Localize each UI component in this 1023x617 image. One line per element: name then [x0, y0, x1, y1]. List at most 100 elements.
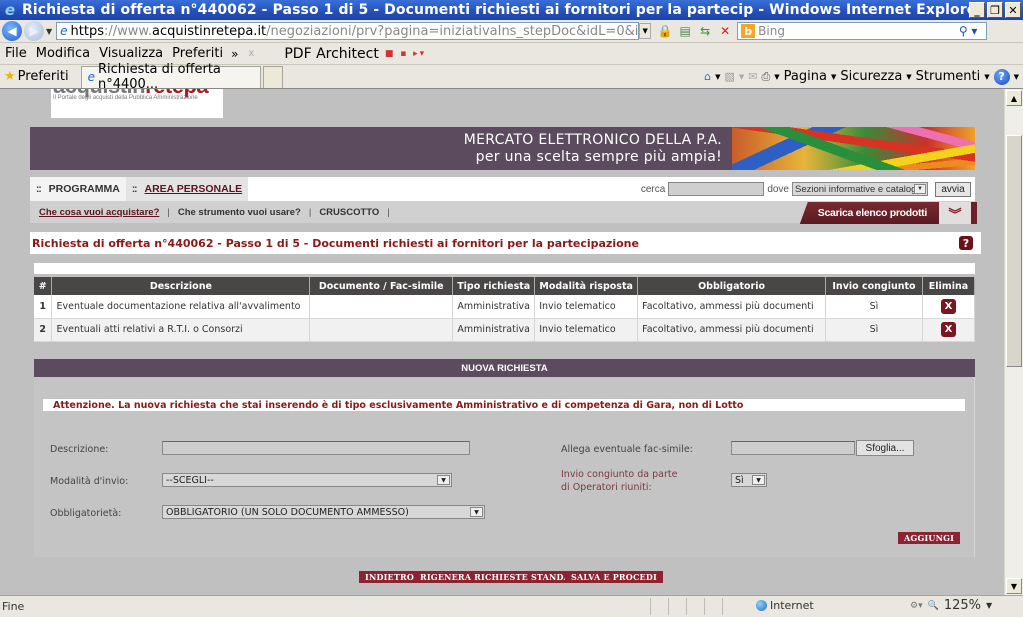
pdf-tool-icons[interactable]: ■ ▪ ▸▾ [385, 49, 426, 59]
security-zone[interactable]: Internet [756, 599, 814, 612]
requirements-table: # Descrizione Documento / Fac-simile Tip… [34, 277, 976, 342]
delete-row-button[interactable]: X [940, 322, 956, 337]
cell-congiunto: Sì [825, 295, 923, 319]
status-bar: Fine Internet ⚙▾ 🔍 125% ▼ [0, 595, 1023, 617]
zoom-dropdown-icon[interactable]: ▼ [986, 601, 992, 610]
menu-pagina[interactable]: Pagina [784, 69, 827, 84]
nav-tab-area-personale[interactable]: :: AREA PERSONALE [125, 177, 249, 201]
zoom-control[interactable]: ⚙▾ 🔍 125% ▼ [910, 598, 992, 613]
history-dropdown[interactable]: ▼ [46, 27, 52, 36]
browse-button[interactable]: Sfoglia... [856, 440, 914, 456]
pdf-architect-toolbar[interactable]: PDF Architect [284, 46, 379, 62]
scroll-thumb[interactable] [1006, 135, 1022, 367]
scroll-up-arrow-icon[interactable]: ▲ [1006, 90, 1022, 106]
new-request-header: NUOVA RICHIESTA [34, 359, 975, 377]
modalita-select[interactable]: --SCEGLI-- ▼ [162, 473, 452, 487]
congiunto-select[interactable]: Sì ▼ [731, 473, 767, 487]
subnav-cruscotto[interactable]: CRUSCOTTO [319, 207, 379, 218]
search-label: cerca [640, 183, 666, 195]
col-elimina: Elimina [922, 277, 976, 295]
favorites-bar: ★ Preferiti e Richiesta di offerta n°440… [0, 62, 1023, 92]
download-products-button[interactable]: Scarica elenco prodotti ︾ [799, 202, 977, 224]
search-icon[interactable]: ⚲ ▾ [954, 22, 982, 40]
refresh-icon[interactable]: ⇆ [697, 23, 713, 39]
descrizione-input[interactable] [162, 441, 470, 455]
url-input[interactable]: e https://www. acquistinretepa.it/negozia… [56, 22, 640, 40]
lock-icon[interactable]: 🔒 [657, 23, 673, 39]
forward-button[interactable]: ▶ [24, 21, 44, 41]
search-input[interactable]: b Bing ⚲ ▾ [737, 22, 988, 40]
scroll-down-arrow-icon[interactable]: ▼ [1006, 578, 1022, 594]
mepa-banner: MERCATO ELETTRONICO DELLA P.A. per una s… [30, 127, 975, 170]
print-icon[interactable]: ⎙ [761, 70, 770, 84]
rss-feed-icon[interactable]: ▧ [724, 70, 734, 83]
site-search: cerca dove Sezioni informative e catalog… [640, 181, 975, 197]
table-row: 1 Eventuale documentazione relativa all'… [34, 295, 976, 319]
ie-page-icon: e [87, 70, 95, 84]
help-dropdown[interactable]: ▼ [1014, 73, 1019, 81]
bing-icon: b [741, 24, 756, 38]
minimize-button[interactable]: _ [969, 2, 985, 18]
protected-mode-icon[interactable]: ⚙▾ [910, 601, 923, 611]
help-question-icon[interactable]: ? [959, 236, 973, 250]
nav-tab-programma[interactable]: :: PROGRAMMA [30, 177, 126, 201]
obbligatorieta-select[interactable]: OBBLIGATORIO (UN SOLO DOCUMENTO AMMESSO)… [162, 505, 485, 519]
stop-icon[interactable]: ✕ [717, 23, 733, 39]
chevron-down-icon: ▼ [914, 184, 926, 194]
grip-icon: :: [36, 183, 42, 195]
allega-file-input[interactable] [731, 441, 855, 455]
menu-file[interactable]: File [1, 46, 31, 61]
search-scope-select[interactable]: Sezioni informative e catalogo ▼ [792, 182, 928, 196]
cell-modalita: Invio telematico [534, 295, 639, 319]
cell-num: 1 [34, 295, 53, 319]
col-modalita: Modalità risposta [534, 277, 639, 295]
col-congiunto: Invio congiunto [825, 277, 923, 295]
restore-button[interactable]: ❐ [987, 2, 1003, 18]
menu-close-icon[interactable]: x [248, 48, 254, 59]
page-viewport: acquistinretepa Il Portale degli acquist… [0, 89, 1004, 595]
regenerate-standard-button[interactable]: RIGENERA RICHIESTE STANDARD [414, 571, 591, 583]
cell-descrizione: Eventuali atti relativi a R.T.I. o Conso… [51, 318, 311, 342]
menu-preferiti[interactable]: Preferiti [168, 46, 227, 61]
site-logo[interactable]: acquistinretepa Il Portale degli acquist… [51, 89, 223, 118]
menu-strumenti[interactable]: Strumenti [916, 69, 981, 84]
compatibility-icon[interactable]: ▤ [677, 23, 693, 39]
vertical-scrollbar[interactable]: ▲ ▼ [1004, 89, 1023, 595]
subnav-cosa-acquistare[interactable]: Che cosa vuoi acquistare? [39, 207, 159, 218]
mail-icon[interactable]: ✉ [748, 70, 757, 83]
new-request-panel: NUOVA RICHIESTA Attenzione. La nuova ric… [34, 359, 975, 557]
site-search-input[interactable] [668, 182, 765, 196]
save-and-continue-button[interactable]: SALVA E PROCEDI [565, 571, 663, 583]
status-text: Fine [2, 600, 25, 613]
delete-row-button[interactable]: X [940, 298, 956, 314]
home-icon[interactable]: ⌂ [704, 70, 711, 83]
feed-dropdown[interactable]: ▼ [739, 73, 744, 81]
favorites-button[interactable]: Preferiti [18, 69, 69, 84]
back-button[interactable]: ◀ [2, 21, 22, 41]
page-title-text: Richiesta di offerta n°440062 - Passo 1 … [32, 236, 639, 250]
pagina-dropdown-icon: ▼ [830, 72, 837, 81]
page-title: Richiesta di offerta n°440062 - Passo 1 … [30, 232, 981, 254]
attention-notice: Attenzione. La nuova richiesta che stai … [43, 399, 965, 411]
address-bar: ◀ ▶ ▼ e https://www. acquistinretepa.it/n… [0, 20, 1023, 43]
menu-modifica[interactable]: Modifica [32, 46, 94, 61]
add-request-button[interactable]: AGGIUNGI [898, 532, 961, 544]
separator: | [308, 206, 312, 218]
home-dropdown[interactable]: ▼ [715, 73, 720, 81]
back-page-button[interactable]: INDIETRO [359, 571, 421, 583]
help-icon[interactable]: ? [993, 68, 1010, 85]
search-go-button[interactable]: avvia [935, 181, 971, 197]
print-dropdown[interactable]: ▼ [774, 73, 779, 81]
close-window-button[interactable]: ✕ [1005, 2, 1021, 18]
new-tab-button[interactable] [262, 65, 283, 88]
obbligatorieta-label: Obbligatorietà: [50, 508, 122, 519]
menu-more-chevron-icon[interactable]: » [231, 47, 238, 61]
globe-icon [756, 600, 767, 611]
browser-tab-active[interactable]: e Richiesta di offerta n°4400... [80, 62, 261, 92]
menu-sicurezza[interactable]: Sicurezza [840, 69, 902, 84]
menu-visualizza[interactable]: Visualizza [95, 46, 167, 61]
star-icon: ★ [4, 69, 16, 84]
subnav-strumento[interactable]: Che strumento vuoi usare? [178, 207, 301, 218]
url-dropdown[interactable]: ▼ [639, 23, 652, 39]
col-num: # [34, 277, 53, 295]
